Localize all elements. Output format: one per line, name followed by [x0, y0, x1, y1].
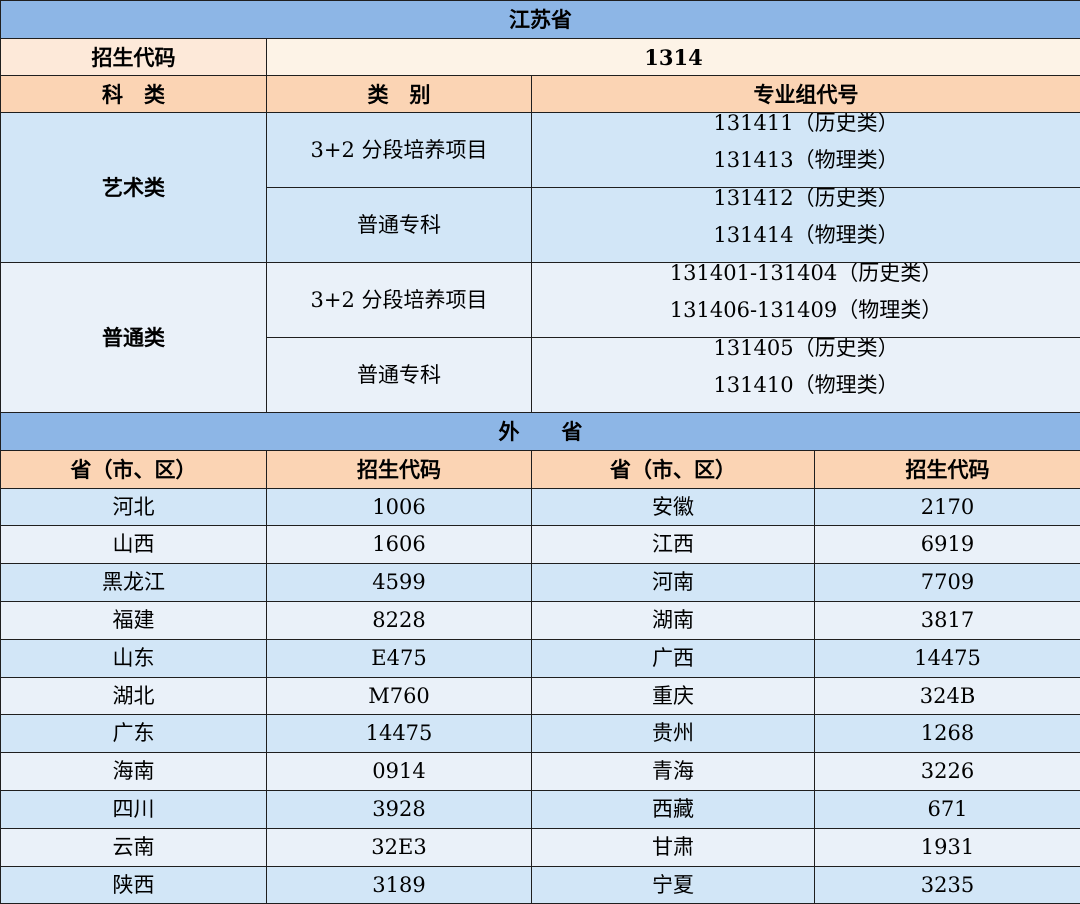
table-row: 海南 0914 青海 3226 [1, 753, 1080, 791]
code-cell: 6919 [815, 526, 1080, 564]
admission-code-table: 江苏省 招生代码 1314 科 类 类 别 专业组代号 艺术类 3+2 分段培养… [0, 0, 1080, 904]
code-cell: 4599 [267, 564, 532, 602]
subtype-cell: 普通专科 [267, 338, 532, 413]
group-code: 131411（历史类） [532, 113, 1080, 150]
code-cell: 3226 [815, 753, 1080, 791]
province-cell: 黑龙江 [1, 564, 267, 602]
subtype-cell: 普通专科 [267, 188, 532, 263]
code-cell: 8228 [267, 602, 532, 640]
table-row: 四川 3928 西藏 671 [1, 791, 1080, 829]
group-codes-cell: 131411（历史类） 131413（物理类） [532, 113, 1080, 188]
table-row: 广东 14475 贵州 1268 [1, 715, 1080, 753]
province-cell: 青海 [532, 753, 815, 791]
group-category-art: 艺术类 [1, 113, 267, 263]
province-cell: 广西 [532, 640, 815, 678]
header-type: 类 别 [267, 76, 532, 113]
table-row: 云南 32E3 甘肃 1931 [1, 829, 1080, 867]
code-cell: 3189 [267, 867, 532, 904]
province-cell: 四川 [1, 791, 267, 829]
group-code: 131401-131404（历史类） [532, 263, 1080, 300]
header-code-left: 招生代码 [267, 451, 532, 489]
code-cell: 1606 [267, 526, 532, 564]
province-cell: 广东 [1, 715, 267, 753]
province-cell: 河南 [532, 564, 815, 602]
code-cell: 1006 [267, 489, 532, 526]
province-cell: 湖北 [1, 678, 267, 715]
group-codes-cell: 131405（历史类） 131410（物理类） [532, 338, 1080, 413]
province-cell: 山东 [1, 640, 267, 678]
province-cell: 福建 [1, 602, 267, 640]
province-cell: 贵州 [532, 715, 815, 753]
province-cell: 甘肃 [532, 829, 815, 867]
header-province-right: 省（市、区） [532, 451, 815, 489]
subtype-cell: 3+2 分段培养项目 [267, 263, 532, 338]
code-cell: 671 [815, 791, 1080, 829]
province-cell: 河北 [1, 489, 267, 526]
table-row: 湖北 M760 重庆 324B [1, 678, 1080, 715]
province-cell: 湖南 [532, 602, 815, 640]
code-cell: 2170 [815, 489, 1080, 526]
code-cell: 3817 [815, 602, 1080, 640]
table-row: 山东 E475 广西 14475 [1, 640, 1080, 678]
jiangsu-code-value: 1314 [267, 39, 1080, 76]
group-code: 131410（物理类） [532, 375, 1080, 412]
code-cell: 32E3 [267, 829, 532, 867]
province-cell: 宁夏 [532, 867, 815, 904]
province-cell: 重庆 [532, 678, 815, 715]
group-codes-cell: 131401-131404（历史类） 131406-131409（物理类） [532, 263, 1080, 338]
code-cell: 14475 [815, 640, 1080, 678]
code-cell: 7709 [815, 564, 1080, 602]
group-code: 131406-131409（物理类） [532, 300, 1080, 337]
code-cell: E475 [267, 640, 532, 678]
code-cell: 14475 [267, 715, 532, 753]
table-row: 陕西 3189 宁夏 3235 [1, 867, 1080, 904]
code-cell: 324B [815, 678, 1080, 715]
group-code: 131414（物理类） [532, 225, 1080, 262]
group-code: 131413（物理类） [532, 150, 1080, 187]
province-cell: 陕西 [1, 867, 267, 904]
subtype-cell: 3+2 分段培养项目 [267, 113, 532, 188]
other-provinces-title: 外 省 [1, 413, 1080, 451]
group-category-general: 普通类 [1, 263, 267, 413]
province-cell: 海南 [1, 753, 267, 791]
province-cell: 山西 [1, 526, 267, 564]
group-codes-cell: 131412（历史类） 131414（物理类） [532, 188, 1080, 263]
group-code: 131412（历史类） [532, 188, 1080, 225]
code-cell: M760 [267, 678, 532, 715]
province-cell: 西藏 [532, 791, 815, 829]
code-cell: 0914 [267, 753, 532, 791]
table-row: 山西 1606 江西 6919 [1, 526, 1080, 564]
group-code: 131405（历史类） [532, 338, 1080, 375]
province-cell: 江西 [532, 526, 815, 564]
table-row: 河北 1006 安徽 2170 [1, 489, 1080, 526]
code-cell: 1931 [815, 829, 1080, 867]
jiangsu-title: 江苏省 [1, 1, 1080, 39]
header-group-code: 专业组代号 [532, 76, 1080, 113]
table-row: 黑龙江 4599 河南 7709 [1, 564, 1080, 602]
header-province-left: 省（市、区） [1, 451, 267, 489]
code-cell: 3928 [267, 791, 532, 829]
province-cell: 安徽 [532, 489, 815, 526]
header-code-right: 招生代码 [815, 451, 1080, 489]
code-cell: 3235 [815, 867, 1080, 904]
header-category: 科 类 [1, 76, 267, 113]
province-cell: 云南 [1, 829, 267, 867]
jiangsu-code-label: 招生代码 [1, 39, 267, 76]
table-row: 福建 8228 湖南 3817 [1, 602, 1080, 640]
code-cell: 1268 [815, 715, 1080, 753]
